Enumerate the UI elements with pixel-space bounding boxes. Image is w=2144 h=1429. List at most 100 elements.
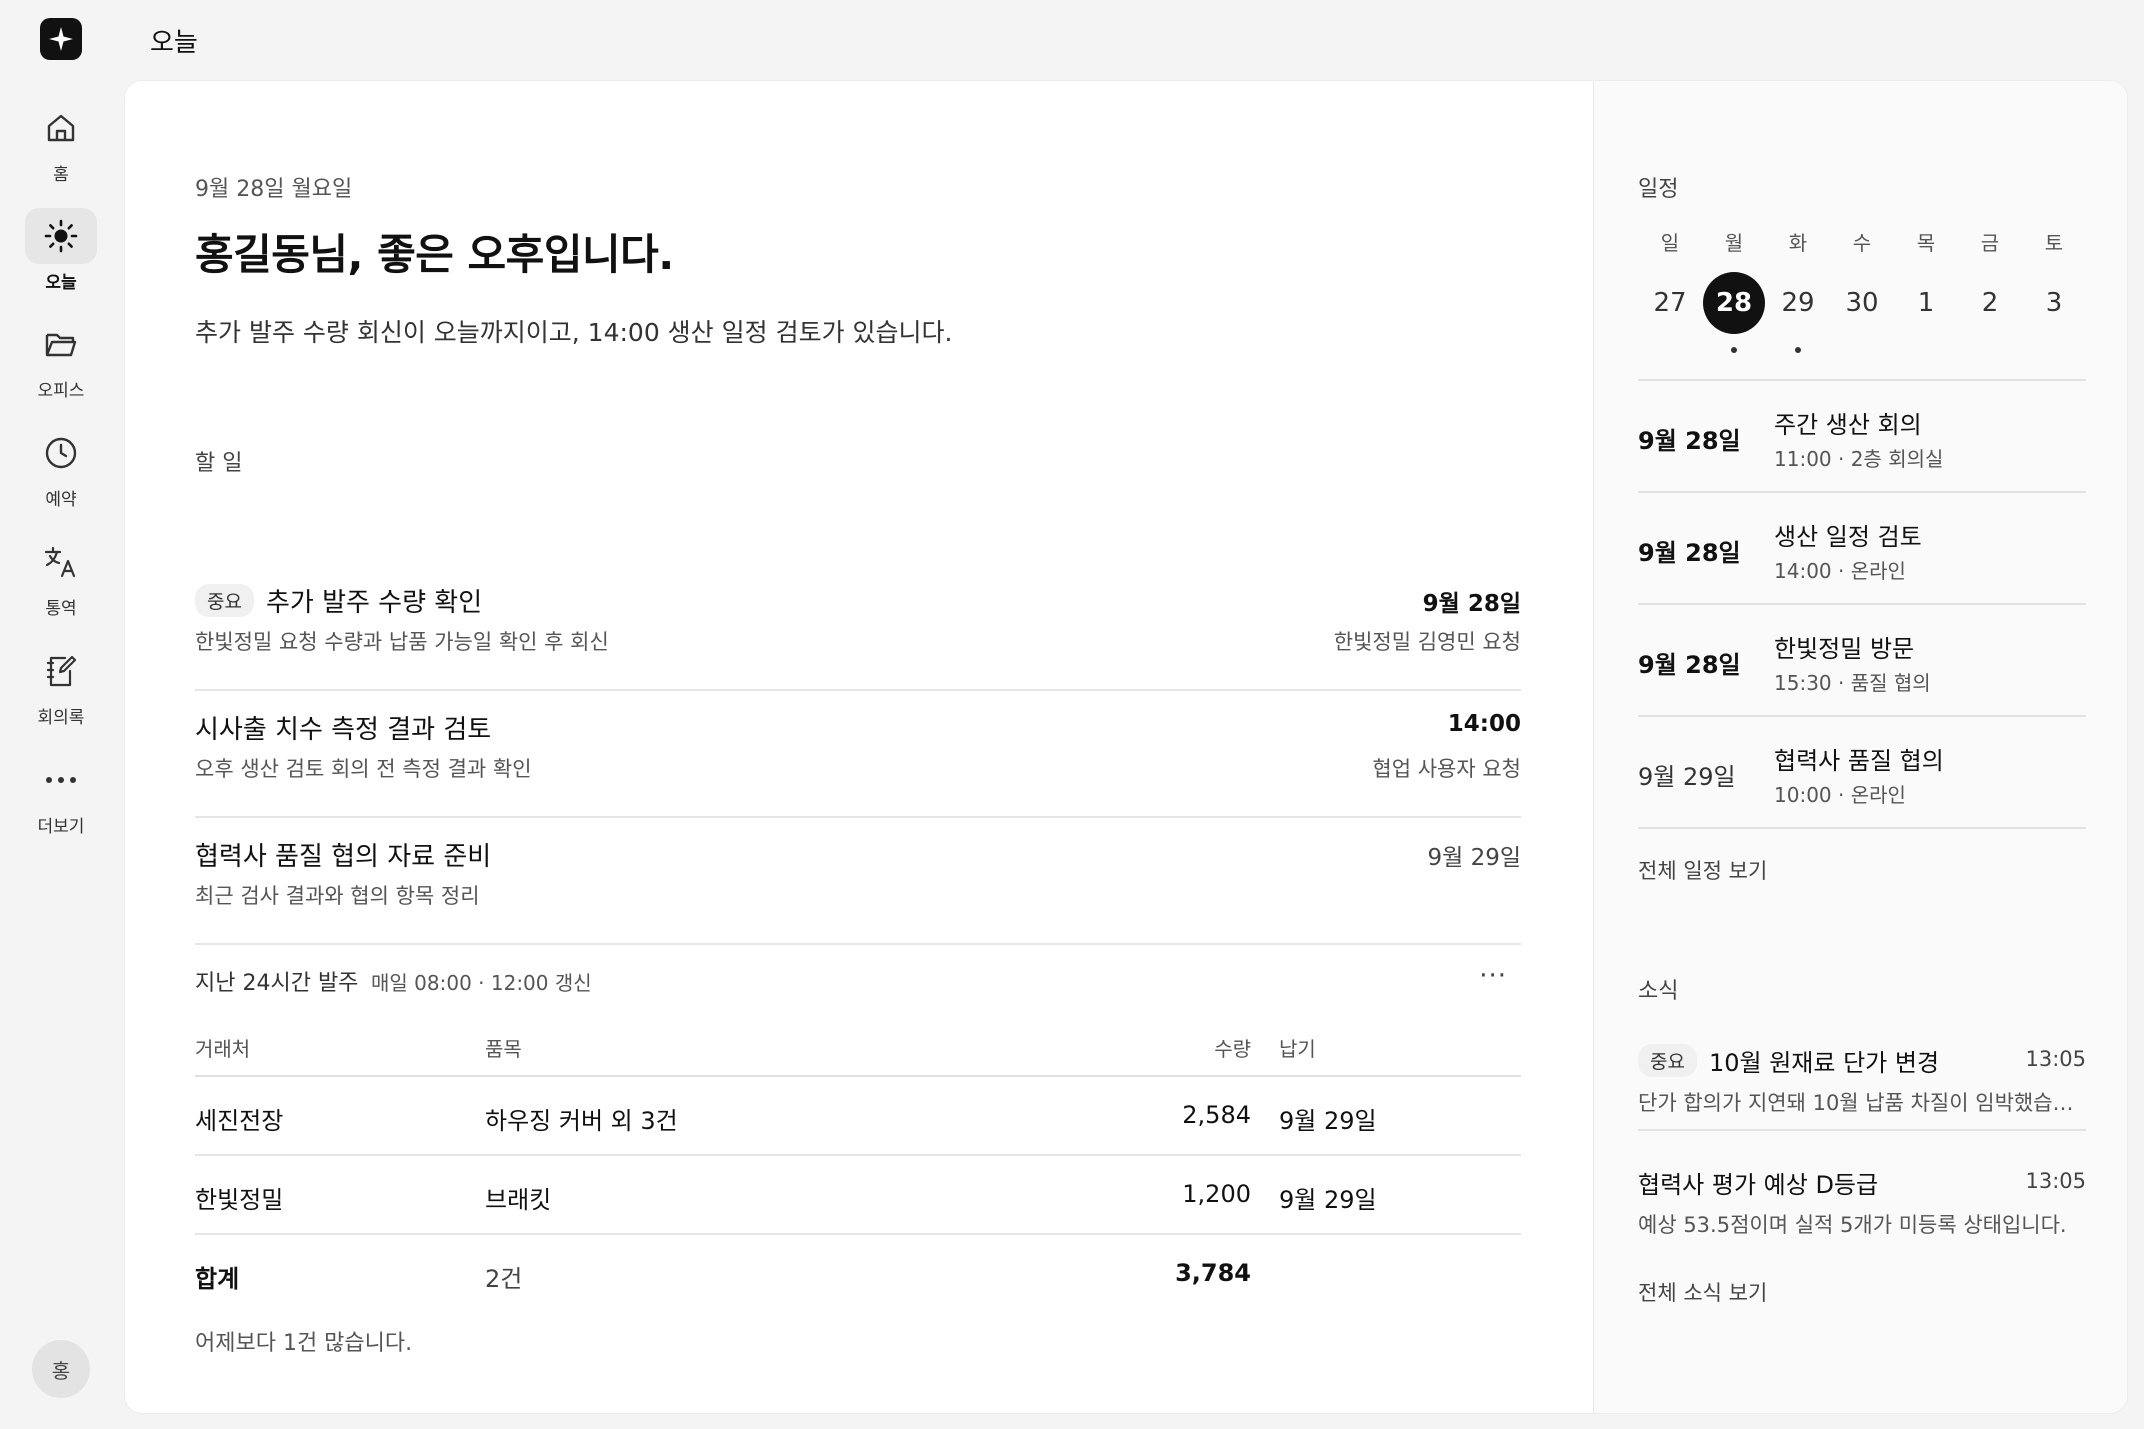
calendar-date[interactable]: 27 bbox=[1638, 271, 1702, 335]
nav-rail: 홈 오늘 오피스 예약 통역 회의록 더보기 홍 bbox=[0, 0, 122, 1429]
task-requester: 한빛정밀 김영민 요청 bbox=[1333, 630, 1521, 654]
event-title: 한빛정밀 방문 bbox=[1774, 635, 1915, 663]
event-title: 주간 생산 회의 bbox=[1774, 411, 1922, 439]
orders-table: 거래처 품목 수량 납기 세진전장 하우징 커버 외 3건 2,584 9월 2… bbox=[195, 1021, 1521, 1314]
calendar-date[interactable]: 2 bbox=[1958, 271, 2022, 335]
event-date: 9월 28일 bbox=[1638, 427, 1741, 455]
calendar-date[interactable]: 1 bbox=[1894, 271, 1958, 335]
nav-item-translation[interactable]: 통역 bbox=[0, 534, 122, 634]
calendar-date[interactable]: 29 bbox=[1766, 271, 1830, 353]
notes-icon bbox=[46, 655, 77, 687]
table-cell: 합계 bbox=[195, 1265, 240, 1293]
event-title: 협력사 품질 협의 bbox=[1774, 747, 1944, 775]
greeting: 홍길동님, 좋은 오후입니다. bbox=[195, 230, 674, 279]
weekday-label: 금 bbox=[1980, 231, 2000, 255]
nav-label-more: 더보기 bbox=[37, 817, 85, 837]
important-badge: 중요 bbox=[1638, 1044, 1697, 1077]
calendar-date[interactable]: 3 bbox=[2022, 271, 2086, 335]
sparkle-logo-icon bbox=[49, 27, 73, 51]
tasks-label: 할 일 bbox=[195, 451, 243, 476]
event-dot bbox=[1795, 347, 1801, 353]
table-cell: 9월 29일 bbox=[1279, 1107, 1377, 1135]
table-cell: 하우징 커버 외 3건 bbox=[485, 1107, 678, 1135]
nav-icon-wrap bbox=[25, 752, 97, 808]
today-summary: 추가 발주 수량 회신이 오늘까지이고, 14:00 생산 일정 검토가 있습니… bbox=[195, 318, 953, 347]
task-title-row: 중요 추가 발주 수량 확인 bbox=[195, 582, 482, 619]
event-meta: 15:30 · 품질 협의 bbox=[1774, 671, 1931, 695]
news-title-row: 중요 10월 원재료 단가 변경 bbox=[1638, 1043, 1939, 1078]
nav-item-office[interactable]: 오피스 bbox=[0, 316, 122, 416]
weekday-label: 월 bbox=[1724, 231, 1744, 255]
table-row[interactable]: 세진전장 하우징 커버 외 3건 2,584 9월 29일 bbox=[195, 1077, 1521, 1156]
calendar-date[interactable]: 30 bbox=[1830, 271, 1894, 335]
event-meta: 14:00 · 온라인 bbox=[1774, 559, 1906, 583]
calendar-date-selected[interactable]: 28 bbox=[1702, 271, 1766, 353]
news-label: 소식 bbox=[1638, 979, 1679, 1004]
nav-icon-wrap bbox=[25, 534, 97, 590]
translate-icon bbox=[44, 546, 76, 578]
nav-icon-wrap bbox=[25, 208, 97, 264]
weekday-label: 수 bbox=[1852, 231, 1872, 255]
task-item[interactable]: 협력사 품질 협의 자료 준비 최근 검사 결과와 협의 항목 정리 9월 29… bbox=[195, 818, 1521, 945]
news-subtitle: 예상 53.5점이며 실적 5개가 미등록 상태입니다. bbox=[1638, 1213, 2067, 1237]
news-time: 13:05 bbox=[2025, 1047, 2086, 1071]
nav-item-more[interactable]: 더보기 bbox=[0, 752, 122, 852]
news-time: 13:05 bbox=[2025, 1169, 2086, 1193]
event-date: 9월 28일 bbox=[1638, 651, 1741, 679]
event-title: 생산 일정 검토 bbox=[1774, 523, 1922, 551]
table-total-row: 합계 2건 3,784 bbox=[195, 1235, 1521, 1314]
avatar[interactable]: 홍 bbox=[32, 1340, 90, 1398]
table-cell: 1,200 bbox=[1182, 1180, 1251, 1208]
task-item[interactable]: 중요 추가 발주 수량 확인 한빛정밀 요청 수량과 납품 가능일 확인 후 회… bbox=[195, 564, 1521, 691]
news-item[interactable]: 협력사 평가 예상 D등급 13:05 예상 53.5점이며 실적 5개가 미등… bbox=[1638, 1143, 2086, 1253]
event-item[interactable]: 9월 29일 협력사 품질 협의 10:00 · 온라인 bbox=[1638, 717, 2086, 829]
view-all-news-link[interactable]: 전체 소식 보기 bbox=[1638, 1277, 1767, 1307]
event-meta: 10:00 · 온라인 bbox=[1774, 783, 1906, 807]
calendar-weekdays: 일 월 화 수 목 금 토 bbox=[1638, 227, 2086, 256]
news-title: 협력사 평가 예상 D등급 bbox=[1638, 1171, 1879, 1199]
event-item[interactable]: 9월 28일 주간 생산 회의 11:00 · 2층 회의실 bbox=[1638, 381, 2086, 493]
task-item[interactable]: 시사출 치수 측정 결과 검토 오후 생산 검토 회의 전 측정 결과 확인 1… bbox=[195, 691, 1521, 818]
table-header-row: 거래처 품목 수량 납기 bbox=[195, 1021, 1521, 1077]
event-item[interactable]: 9월 28일 생산 일정 검토 14:00 · 온라인 bbox=[1638, 493, 2086, 605]
table-row[interactable]: 한빛정밀 브래킷 1,200 9월 29일 bbox=[195, 1156, 1521, 1235]
event-meta: 11:00 · 2층 회의실 bbox=[1774, 447, 1944, 471]
column-header: 품목 bbox=[485, 1037, 522, 1061]
orders-refresh-meta: 매일 08:00 · 12:00 갱신 bbox=[371, 971, 592, 995]
task-requester: 협업 사용자 요청 bbox=[1372, 757, 1521, 781]
nav-label-minutes: 회의록 bbox=[37, 708, 85, 728]
weekday-label: 토 bbox=[2044, 231, 2064, 255]
event-date: 9월 29일 bbox=[1638, 763, 1736, 791]
nav-item-home[interactable]: 홈 bbox=[0, 100, 122, 200]
nav-item-reservation[interactable]: 예약 bbox=[0, 425, 122, 525]
table-cell: 2,584 bbox=[1182, 1101, 1251, 1129]
orders-note: 어제보다 1건 많습니다. bbox=[195, 1331, 413, 1356]
today-date: 9월 28일 월요일 bbox=[195, 177, 353, 202]
page-title: 오늘 bbox=[150, 28, 198, 58]
nav-label-office: 오피스 bbox=[37, 381, 85, 401]
event-dot bbox=[1731, 347, 1737, 353]
content-card: 9월 28일 월요일 홍길동님, 좋은 오후입니다. 추가 발주 수량 회신이 … bbox=[124, 80, 2128, 1414]
weekday-label: 화 bbox=[1788, 231, 1808, 255]
nav-icon-wrap bbox=[25, 316, 97, 372]
view-all-schedule-link[interactable]: 전체 일정 보기 bbox=[1638, 855, 1767, 885]
nav-icon-wrap bbox=[25, 643, 97, 699]
important-badge: 중요 bbox=[195, 584, 254, 617]
event-item[interactable]: 9월 28일 한빛정밀 방문 15:30 · 품질 협의 bbox=[1638, 605, 2086, 717]
nav-icon-wrap bbox=[25, 425, 97, 481]
news-subtitle: 단가 합의가 지연돼 10월 납품 차질이 임박했습니다. 확인이 필요합니다. bbox=[1638, 1091, 2086, 1115]
table-cell: 3,784 bbox=[1175, 1259, 1251, 1287]
calendar-date-number: 30 bbox=[1845, 288, 1879, 318]
task-title: 추가 발주 수량 확인 bbox=[265, 588, 483, 618]
calendar-date-number: 2 bbox=[1981, 288, 1999, 318]
orders-more-button[interactable]: ··· bbox=[1479, 961, 1507, 991]
nav-item-today[interactable]: 오늘 bbox=[0, 208, 122, 308]
news-item[interactable]: 중요 10월 원재료 단가 변경 13:05 단가 합의가 지연돼 10월 납품… bbox=[1638, 1021, 2086, 1131]
calendar-date-number: 27 bbox=[1653, 288, 1687, 318]
app-logo[interactable] bbox=[40, 18, 82, 60]
nav-label-today: 오늘 bbox=[45, 273, 77, 293]
nav-label-translation: 통역 bbox=[45, 599, 77, 619]
orders-header: 지난 24시간 발주 매일 08:00 · 12:00 갱신 ··· bbox=[195, 961, 1521, 1005]
task-due: 9월 29일 bbox=[1427, 845, 1521, 871]
nav-item-minutes[interactable]: 회의록 bbox=[0, 643, 122, 743]
